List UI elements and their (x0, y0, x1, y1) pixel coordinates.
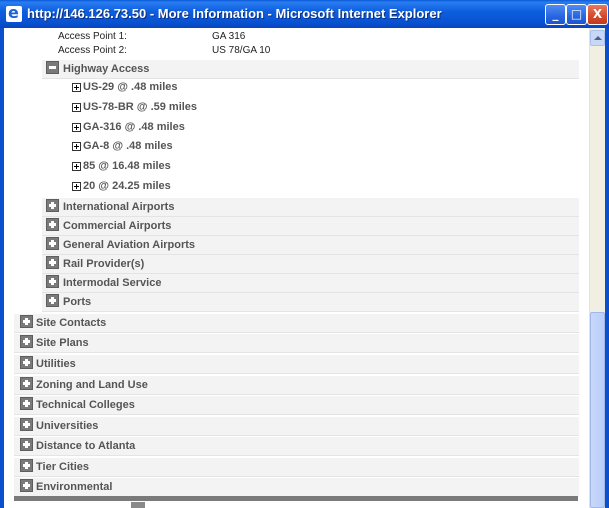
expand-icon[interactable] (72, 162, 81, 171)
section-row[interactable]: General Aviation Airports (42, 236, 579, 255)
section-row[interactable]: Environmental (14, 478, 579, 497)
highway-item[interactable]: GA-316 @ .48 miles (42, 119, 579, 138)
section-row[interactable]: Intermodal Service (42, 274, 579, 293)
bottom-handle (131, 502, 145, 508)
expand-icon[interactable] (72, 182, 81, 191)
expand-icon[interactable] (20, 418, 33, 431)
section-row[interactable]: Rail Provider(s) (42, 255, 579, 274)
scroll-up-arrow-icon[interactable] (590, 30, 605, 46)
highway-item[interactable]: 20 @ 24.25 miles (42, 178, 579, 197)
expand-icon[interactable] (46, 275, 59, 288)
expand-icon[interactable] (20, 356, 33, 369)
expand-icon[interactable] (46, 218, 59, 231)
access-point-row: Access Point 2: US 78/GA 10 (42, 44, 579, 58)
section-label: Environmental (36, 481, 113, 493)
content-area: Access Point 1: GA 316 Access Point 2: U… (4, 28, 589, 508)
minimize-button[interactable]: _ (545, 4, 566, 25)
section-row[interactable]: International Airports (42, 198, 579, 217)
maximize-button[interactable]: □ (566, 4, 587, 25)
section-row[interactable]: Zoning and Land Use (14, 376, 579, 395)
title-bar: http://146.126.73.50 - More Information … (0, 0, 609, 28)
highway-item-label: 20 @ 24.25 miles (83, 180, 171, 192)
highway-item-label: US-29 @ .48 miles (83, 81, 178, 93)
expand-icon[interactable] (20, 438, 33, 451)
highway-item-label: 85 @ 16.48 miles (83, 160, 171, 172)
section-label: Intermodal Service (63, 277, 162, 289)
expand-icon[interactable] (72, 83, 81, 92)
expand-icon[interactable] (20, 397, 33, 410)
expand-icon[interactable] (20, 459, 33, 472)
highway-item[interactable]: 85 @ 16.48 miles (42, 158, 579, 177)
section-label: Site Contacts (36, 317, 107, 329)
expand-icon[interactable] (20, 315, 33, 328)
access-point-label: Access Point 1: (58, 31, 127, 42)
section-label: Tier Cities (36, 461, 89, 473)
window-title: http://146.126.73.50 - More Information … (27, 6, 442, 21)
section-label: Highway Access (63, 63, 150, 75)
section-row[interactable]: Utilities (14, 355, 579, 374)
expand-icon[interactable] (72, 142, 81, 151)
bottom-strip (4, 501, 589, 508)
window-frame-right (605, 28, 609, 508)
section-label: Universities (36, 420, 99, 432)
expand-icon[interactable] (72, 103, 81, 112)
highway-item[interactable]: US-29 @ .48 miles (42, 79, 579, 98)
highway-item-label: GA-316 @ .48 miles (83, 121, 185, 133)
access-point-label: Access Point 2: (58, 45, 127, 56)
access-point-value: GA 316 (212, 31, 246, 42)
ie-icon (6, 3, 22, 22)
section-row[interactable]: Site Contacts (14, 314, 579, 333)
section-label: General Aviation Airports (63, 239, 196, 251)
section-label: Distance to Atlanta (36, 440, 136, 452)
section-label: Site Plans (36, 337, 89, 349)
highway-item-label: US-78-BR @ .59 miles (83, 101, 198, 113)
section-label: Rail Provider(s) (63, 258, 145, 270)
expand-icon[interactable] (20, 479, 33, 492)
expand-icon[interactable] (20, 377, 33, 390)
expand-icon[interactable] (46, 237, 59, 250)
vertical-scrollbar[interactable] (589, 28, 605, 508)
section-label: Commercial Airports (63, 220, 172, 232)
section-label: Zoning and Land Use (36, 379, 148, 391)
expand-icon[interactable] (46, 256, 59, 269)
highway-item-label: GA-8 @ .48 miles (83, 140, 173, 152)
expand-icon[interactable] (20, 335, 33, 348)
section-row[interactable]: Distance to Atlanta (14, 437, 579, 456)
highway-item[interactable]: GA-8 @ .48 miles (42, 138, 579, 157)
access-point-value: US 78/GA 10 (212, 45, 271, 56)
close-button[interactable]: X (587, 4, 608, 25)
section-label: Technical Colleges (36, 399, 135, 411)
section-row[interactable]: Site Plans (14, 334, 579, 353)
section-row[interactable]: Commercial Airports (42, 217, 579, 236)
section-label: Ports (63, 296, 92, 308)
collapse-icon[interactable] (46, 61, 59, 74)
expand-icon[interactable] (46, 294, 59, 307)
section-label: Utilities (36, 358, 76, 370)
expand-icon[interactable] (46, 199, 59, 212)
access-point-row: Access Point 1: GA 316 (42, 30, 579, 44)
scroll-thumb[interactable] (590, 312, 605, 508)
section-row[interactable]: Technical Colleges (14, 396, 579, 415)
section-highway-access[interactable]: Highway Access (42, 60, 579, 79)
section-row[interactable]: Universities (14, 417, 579, 436)
section-row[interactable]: Ports (42, 293, 579, 312)
section-row[interactable]: Tier Cities (14, 458, 579, 477)
section-label: International Airports (63, 201, 175, 213)
expand-icon[interactable] (72, 123, 81, 132)
highway-item[interactable]: US-78-BR @ .59 miles (42, 99, 579, 118)
